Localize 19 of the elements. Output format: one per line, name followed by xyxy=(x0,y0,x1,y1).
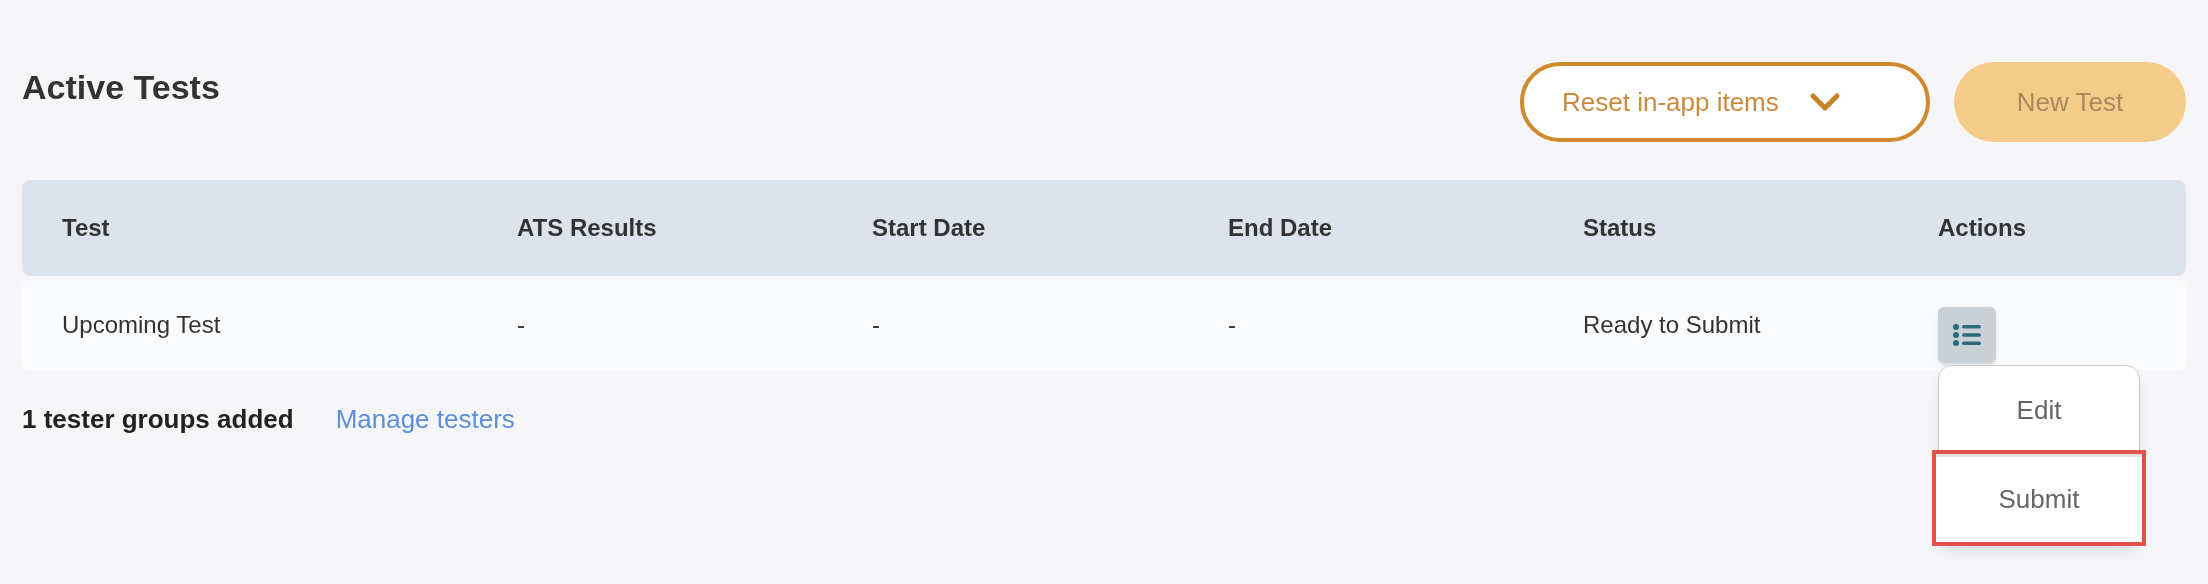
page-title: Active Tests xyxy=(22,67,220,108)
column-header: ATS Results xyxy=(517,213,657,243)
menu-item[interactable]: Edit xyxy=(1939,366,2139,454)
column-header: Start Date xyxy=(872,213,986,243)
column-header: End Date xyxy=(1228,213,1332,243)
table-cell-text: - xyxy=(872,310,880,340)
manage-testers-link[interactable]: Manage testers xyxy=(335,400,515,439)
table-cell-text: Upcoming Test xyxy=(62,310,221,340)
table-cell-text: Ready to Submit xyxy=(1583,310,1761,340)
reset-dropdown-button[interactable]: Reset in-app items xyxy=(1520,62,1930,142)
chevron-down-icon xyxy=(1808,92,1841,112)
list-icon xyxy=(1952,322,1982,348)
column-header: Status xyxy=(1583,213,1657,243)
actions-menu-button[interactable] xyxy=(1938,307,1996,363)
table-cell-text: - xyxy=(1228,310,1236,340)
tester-groups-summary: 1 tester groups added xyxy=(22,403,294,436)
column-header: Actions xyxy=(1938,213,2026,243)
table-cell-text: - xyxy=(517,310,525,340)
column-header: Test xyxy=(62,213,110,243)
